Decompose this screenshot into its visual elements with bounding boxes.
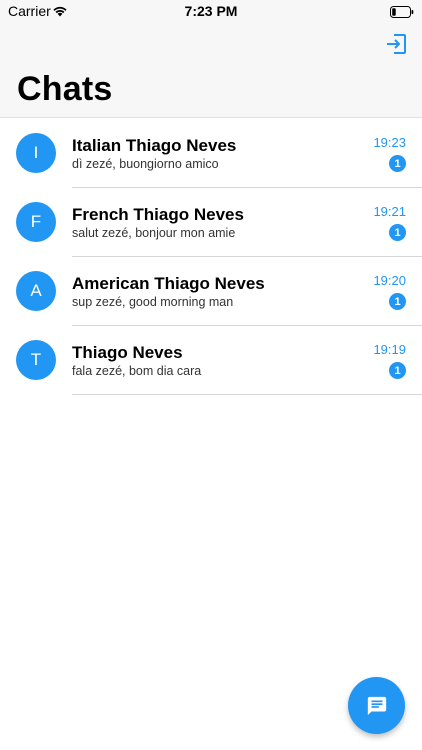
chat-preview: sup zezé, good morning man (72, 295, 234, 309)
logout-icon (387, 34, 406, 54)
chat-time: 19:21 (373, 204, 406, 219)
chat-row-thiago-neves[interactable]: T Thiago Neves fala zezé, bom dia cara 1… (0, 326, 422, 395)
navigation-header: Chats (0, 22, 422, 118)
chat-name: Thiago Neves (72, 343, 183, 362)
chat-preview: dì zezé, buongiorno amico (72, 157, 219, 171)
chat-row-italian-thiago-neves[interactable]: I Italian Thiago Neves dì zezé, buongior… (0, 119, 422, 188)
chat-name: French Thiago Neves (72, 205, 244, 224)
chat-list: I Italian Thiago Neves dì zezé, buongior… (0, 119, 422, 395)
avatar: I (16, 133, 56, 173)
chat-name: Italian Thiago Neves (72, 136, 237, 155)
battery-icon (390, 5, 414, 23)
divider (72, 394, 422, 395)
chat-row-american-thiago-neves[interactable]: A American Thiago Neves sup zezé, good m… (0, 257, 422, 326)
chat-name: American Thiago Neves (72, 274, 265, 293)
logout-button[interactable] (384, 32, 408, 56)
chat-row-french-thiago-neves[interactable]: F French Thiago Neves salut zezé, bonjou… (0, 188, 422, 257)
unread-badge: 1 (389, 293, 406, 310)
chat-time: 19:19 (373, 342, 406, 357)
new-message-icon (367, 696, 386, 715)
chat-preview: salut zezé, bonjour mon amie (72, 226, 236, 240)
unread-badge: 1 (389, 362, 406, 379)
chat-time: 19:20 (373, 273, 406, 288)
unread-badge: 1 (389, 155, 406, 172)
avatar: F (16, 202, 56, 242)
chat-preview: fala zezé, bom dia cara (72, 364, 202, 378)
unread-badge: 1 (389, 224, 406, 241)
status-bar: Carrier 7:23 PM (0, 0, 422, 22)
avatar: T (16, 340, 56, 380)
status-time: 7:23 PM (184, 3, 238, 19)
page-title: Chats (17, 70, 113, 108)
new-chat-button[interactable] (348, 677, 405, 734)
chat-time: 19:23 (373, 135, 406, 150)
avatar: A (16, 271, 56, 311)
